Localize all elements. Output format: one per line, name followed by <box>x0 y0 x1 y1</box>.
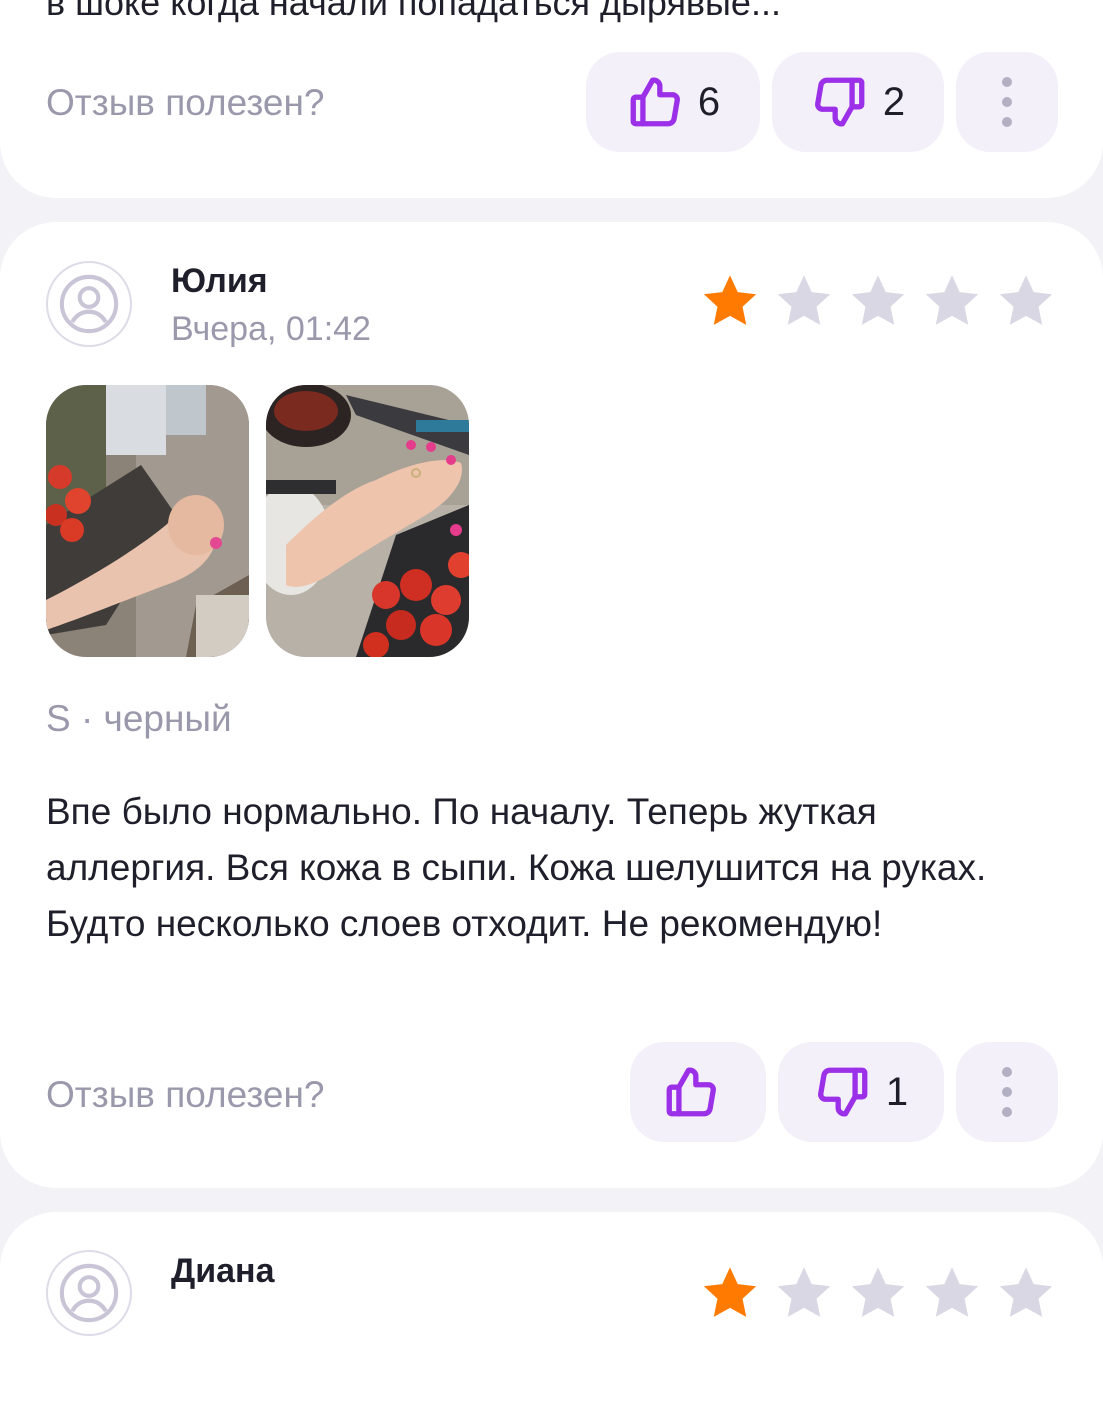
more-vertical-icon-dot <box>1002 1067 1012 1077</box>
like-button[interactable] <box>630 1042 766 1142</box>
star-icon <box>999 1267 1053 1317</box>
thumbs-down-icon <box>814 77 865 127</box>
helpful-label: Отзыв полезен? <box>46 1074 325 1115</box>
rating-stars <box>697 270 1059 334</box>
thumbs-down-icon <box>817 1067 868 1117</box>
dislike-count: 2 <box>882 79 906 124</box>
review-card: Юлия Вчера, 01:42 S · черный Впе было но… <box>0 222 1103 1188</box>
more-options-button[interactable] <box>956 1042 1058 1142</box>
star-icon <box>777 1267 831 1317</box>
dislike-button[interactable]: 1 <box>778 1042 944 1142</box>
avatar[interactable] <box>46 261 132 347</box>
star-icon <box>999 275 1053 325</box>
thumbs-up-icon <box>666 1067 716 1117</box>
star-icon <box>777 275 831 325</box>
star-icon <box>851 1267 905 1317</box>
product-variant: S · черный <box>46 698 232 739</box>
more-vertical-icon-dot <box>1002 1087 1012 1097</box>
more-vertical-icon-dot <box>1002 1107 1012 1117</box>
user-icon <box>59 274 119 334</box>
helpful-label: Отзыв полезен? <box>46 82 325 123</box>
avatar[interactable] <box>46 1250 132 1336</box>
star-icon <box>925 275 979 325</box>
previous-review-text: в шоке когда начали попадаться дырявые..… <box>46 0 781 23</box>
review-date: Вчера, 01:42 <box>171 310 371 348</box>
more-vertical-icon-dot <box>1002 97 1012 107</box>
like-count: 6 <box>697 79 721 124</box>
previous-review-card: в шоке когда начали попадаться дырявые..… <box>0 0 1103 198</box>
more-vertical-icon-dot <box>1002 117 1012 127</box>
star-icon <box>925 1267 979 1317</box>
author-name: Юлия <box>171 262 268 300</box>
author-name: Диана <box>171 1252 275 1290</box>
dislike-button[interactable]: 2 <box>772 52 944 152</box>
star-icon <box>703 275 757 325</box>
review-photo-2[interactable] <box>266 385 469 657</box>
more-options-button[interactable] <box>956 52 1058 152</box>
like-button[interactable]: 6 <box>586 52 760 152</box>
review-text: Впе было нормально. По началу. Теперь жу… <box>46 791 987 944</box>
more-vertical-icon-dot <box>1002 77 1012 87</box>
thumbs-up-icon <box>630 77 680 127</box>
dislike-count: 1 <box>885 1069 909 1114</box>
rating-stars <box>697 1262 1059 1326</box>
user-icon <box>59 1263 119 1323</box>
star-icon <box>703 1267 757 1317</box>
next-review-card: Диана <box>0 1212 1103 1412</box>
review-photo-1[interactable] <box>46 385 249 657</box>
star-icon <box>851 275 905 325</box>
